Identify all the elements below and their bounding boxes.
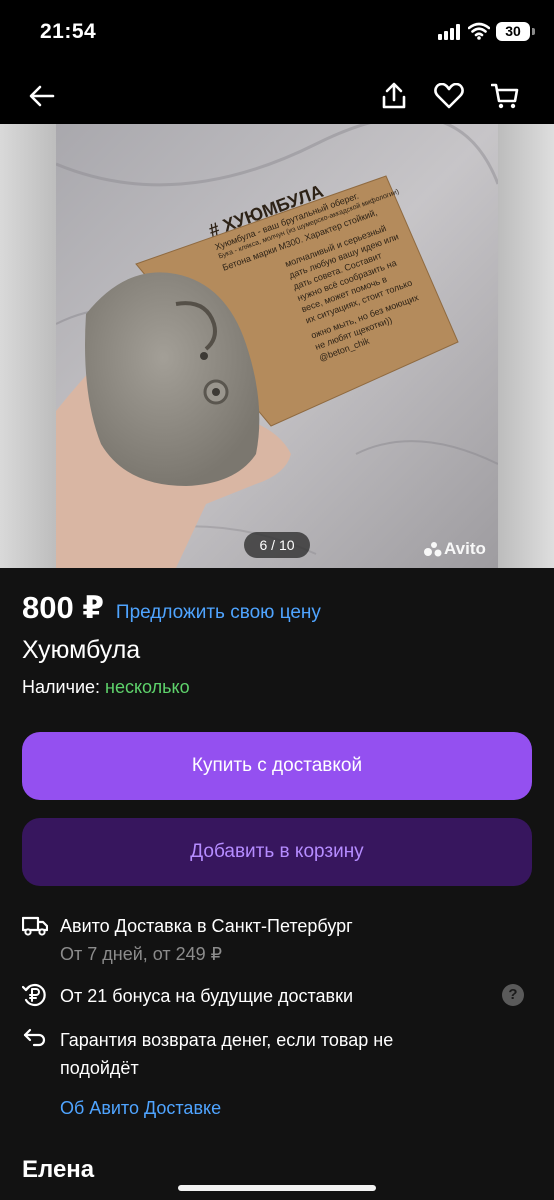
offer-price-link[interactable]: Предложить свою цену	[116, 602, 321, 624]
product-photo[interactable]: # ХУЮМБУЛА Хуюмбула - ваш брутальный обе…	[56, 124, 498, 568]
about-delivery-link[interactable]: Об Авито Доставке	[60, 1098, 221, 1119]
bonus-text: От 21 бонуса на будущие доставки	[60, 986, 354, 1006]
ruble-bonus-icon	[22, 983, 46, 1007]
add-to-cart-button[interactable]: Добавить в корзину	[22, 818, 532, 886]
cart-button[interactable]	[485, 76, 525, 116]
battery-indicator: 30	[496, 22, 530, 41]
listing-title: Хуюмбула	[22, 636, 141, 664]
price: 800 ₽	[22, 590, 104, 625]
back-button[interactable]	[22, 76, 62, 116]
share-icon	[382, 82, 406, 109]
availability: Наличие: несколько	[22, 677, 190, 698]
availability-label: Наличие:	[22, 677, 106, 697]
previous-photo-peek[interactable]	[0, 124, 56, 568]
next-photo-peek[interactable]	[498, 124, 554, 568]
bonus-info: От 21 бонуса на будущие доставки ?	[22, 982, 532, 1012]
avito-logo-icon	[424, 542, 442, 557]
battery-cap	[532, 28, 535, 35]
guarantee-text: Гарантия возврата денег, если товар не п…	[60, 1030, 394, 1078]
listing-details: 800 ₽ Предложить свою цену Хуюмбула Нали…	[0, 568, 554, 1200]
return-arrow-icon	[23, 1028, 46, 1047]
delivery-info: Авито Доставка в Санкт-Петербург От 7 дн…	[22, 912, 532, 968]
delivery-title: Авито Доставка в Санкт-Петербург	[60, 916, 353, 936]
guarantee-info: Гарантия возврата денег, если товар не п…	[22, 1026, 532, 1082]
status-time: 21:54	[40, 20, 97, 43]
favorite-button[interactable]	[429, 76, 469, 116]
share-button[interactable]	[374, 76, 414, 116]
nav-bar	[0, 66, 554, 124]
seller-name[interactable]: Елена	[22, 1156, 94, 1184]
status-bar: 21:54 30	[0, 0, 554, 66]
avito-watermark: Avito	[444, 539, 486, 558]
truck-icon	[22, 916, 48, 936]
signal-icon	[438, 24, 460, 40]
price-row: 800 ₽ Предложить свою цену	[22, 590, 321, 626]
delivery-subtitle: От 7 дней, от 249 ₽	[60, 944, 223, 964]
wifi-icon	[468, 22, 490, 40]
photo-counter: 6 / 10	[244, 532, 310, 558]
availability-value: несколько	[105, 677, 190, 697]
delivery-text: Авито Доставка в Санкт-Петербург От 7 дн…	[60, 912, 500, 968]
arrow-left-icon	[29, 85, 55, 107]
home-indicator[interactable]	[178, 1185, 376, 1191]
buy-with-delivery-button[interactable]: Купить с доставкой	[22, 732, 532, 800]
photo-gallery[interactable]: # ХУЮМБУЛА Хуюмбула - ваш брутальный обе…	[0, 124, 554, 568]
help-icon[interactable]: ?	[502, 984, 524, 1006]
heart-icon	[434, 83, 464, 109]
cart-icon	[491, 83, 519, 109]
